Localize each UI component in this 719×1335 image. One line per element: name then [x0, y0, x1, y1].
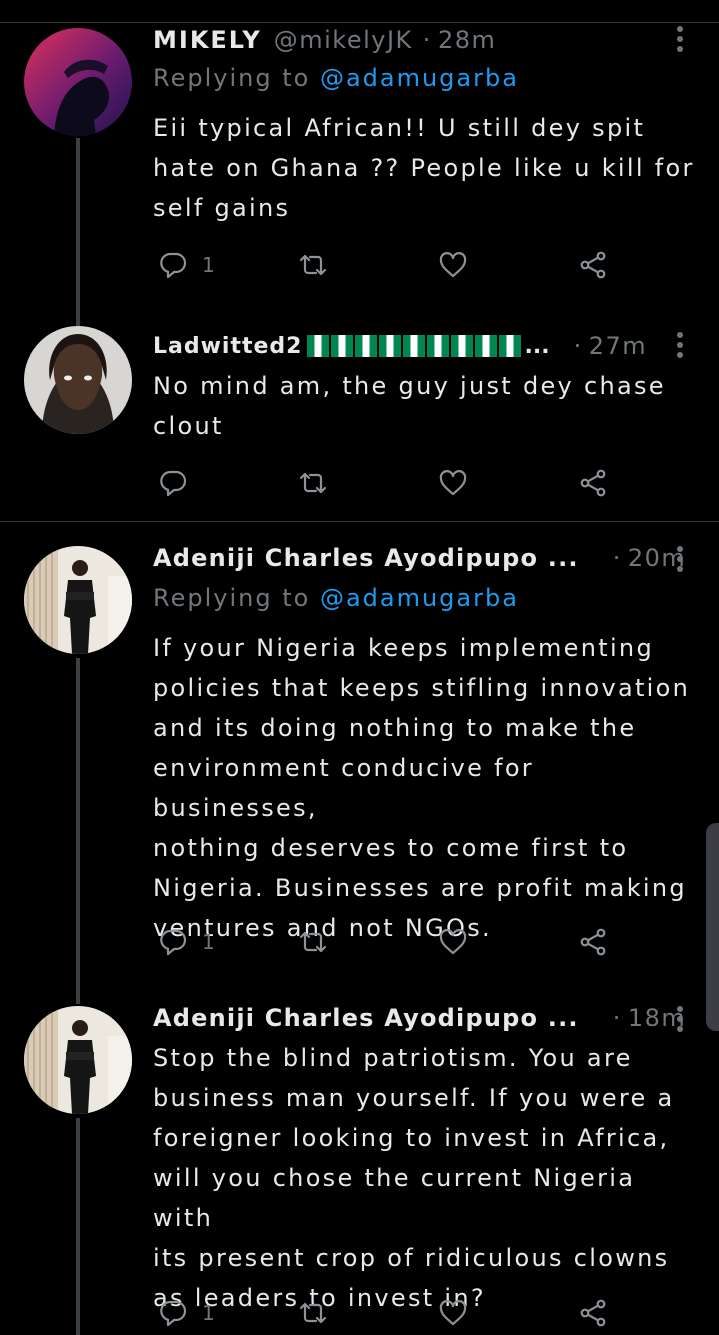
more-icon[interactable] — [675, 546, 685, 574]
share-icon — [580, 1299, 606, 1327]
separator-dot: · — [612, 1004, 622, 1032]
share-icon — [580, 928, 606, 956]
retweet-button[interactable] — [298, 1296, 342, 1330]
separator-dot: · — [612, 544, 622, 572]
avatar[interactable] — [24, 326, 132, 434]
reply-button[interactable]: 1 — [158, 248, 215, 282]
replying-to-label: Replying to — [153, 584, 320, 612]
tweet-header: Adeniji Charles Ayodipupo ... · 18m — [153, 998, 686, 1038]
flag-icon — [426, 335, 449, 357]
reply-count: 1 — [202, 1301, 215, 1325]
share-icon — [580, 251, 606, 279]
timestamp[interactable]: 28m — [438, 26, 496, 54]
separator-dot: · — [422, 26, 432, 54]
more-icon[interactable] — [675, 26, 685, 54]
thread-line — [76, 1118, 80, 1335]
flag-icon — [306, 335, 329, 357]
reply-count: 1 — [202, 253, 215, 277]
tweet-actions: 1 — [158, 1296, 618, 1330]
replying-to: Replying to @adamugarba — [153, 64, 519, 92]
retweet-icon — [299, 254, 327, 276]
like-button[interactable] — [438, 466, 482, 500]
tweet-header: MIKELY @mikelyJK · 28m — [153, 20, 496, 60]
flag-icon — [474, 335, 497, 357]
retweet-button[interactable] — [298, 466, 342, 500]
name-truncation: ... — [524, 333, 550, 359]
mention-link[interactable]: @adamugarba — [320, 64, 519, 92]
flag-icon — [450, 335, 473, 357]
display-name[interactable]: Adeniji Charles Ayodipupo ... — [153, 544, 579, 572]
mention-link[interactable]: @adamugarba — [320, 584, 519, 612]
flag-icon — [498, 335, 521, 357]
like-icon — [439, 252, 467, 278]
display-name[interactable]: Adeniji Charles Ayodipupo ... — [153, 1004, 579, 1032]
retweet-icon — [299, 931, 327, 953]
share-button[interactable] — [578, 248, 608, 282]
share-button[interactable] — [578, 466, 608, 500]
tweet-actions: 1 — [158, 248, 618, 282]
share-icon — [580, 469, 606, 497]
tweet-header: Ladwitted2 ... · 27m — [153, 326, 647, 366]
like-button[interactable] — [438, 1296, 482, 1330]
reply-icon — [160, 1300, 187, 1327]
tweet-text: Stop the blind patriotism. You are busin… — [153, 1044, 675, 1312]
reply-icon — [160, 470, 187, 497]
retweet-button[interactable] — [298, 925, 342, 959]
tweet-header: Adeniji Charles Ayodipupo ... · 20m — [153, 538, 686, 578]
tweet-text: No mind am, the guy just dey chase clout — [153, 372, 666, 440]
tweet-actions: 1 — [158, 925, 618, 959]
retweet-icon — [299, 1302, 327, 1324]
separator-dot: · — [573, 332, 583, 360]
avatar[interactable] — [24, 1006, 132, 1114]
more-icon[interactable] — [675, 332, 685, 360]
avatar-image — [24, 326, 132, 434]
avatar-image — [24, 546, 132, 654]
timestamp[interactable]: 27m — [589, 332, 647, 360]
tweet-text: Eii typical African!! U still dey spit h… — [153, 114, 695, 222]
like-button[interactable] — [438, 925, 482, 959]
avatar[interactable] — [24, 28, 132, 136]
flag-icon — [354, 335, 377, 357]
reply-icon — [160, 929, 187, 956]
avatar-image — [24, 28, 132, 136]
like-icon — [439, 470, 467, 496]
avatar-image — [24, 1006, 132, 1114]
flag-icon — [402, 335, 425, 357]
more-icon[interactable] — [675, 1006, 685, 1034]
reply-button[interactable]: 1 — [158, 1296, 215, 1330]
flag-icon — [330, 335, 353, 357]
avatar[interactable] — [24, 546, 132, 654]
tweet-divider — [0, 521, 719, 522]
like-button[interactable] — [438, 248, 482, 282]
thread-line — [76, 658, 80, 1004]
display-name[interactable]: MIKELY — [153, 26, 262, 54]
thread-line — [76, 138, 80, 326]
replying-to-label: Replying to — [153, 64, 320, 92]
retweet-button[interactable] — [298, 248, 342, 282]
reply-icon — [160, 252, 187, 279]
nigeria-flag-emojis — [305, 335, 521, 357]
scrollbar-thumb[interactable] — [706, 823, 719, 1031]
reply-button[interactable] — [158, 466, 202, 500]
reply-count: 1 — [202, 930, 215, 954]
replying-to: Replying to @adamugarba — [153, 584, 519, 612]
like-icon — [439, 1300, 467, 1326]
retweet-icon — [299, 472, 327, 494]
tweet-actions — [158, 466, 618, 500]
tweet-text: If your Nigeria keeps implementing polic… — [153, 634, 691, 942]
reply-button[interactable]: 1 — [158, 925, 215, 959]
like-icon — [439, 929, 467, 955]
flag-icon — [378, 335, 401, 357]
share-button[interactable] — [578, 925, 608, 959]
user-handle[interactable]: @mikelyJK — [274, 26, 413, 54]
share-button[interactable] — [578, 1296, 608, 1330]
display-name[interactable]: Ladwitted2 — [153, 334, 303, 359]
